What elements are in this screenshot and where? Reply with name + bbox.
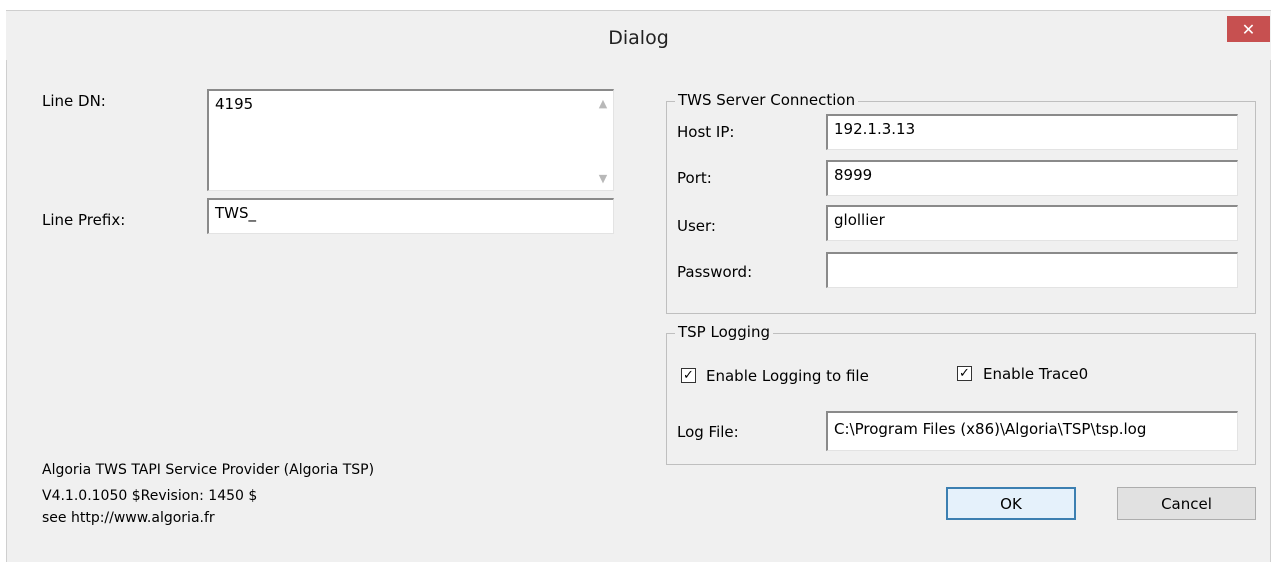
user-input[interactable]: glollier xyxy=(826,205,1238,241)
log-file-label: Log File: xyxy=(677,423,739,441)
enable-logging-label[interactable]: Enable Logging to file xyxy=(706,367,869,385)
website-text: see http://www.algoria.fr xyxy=(42,510,215,526)
tws-server-group-title: TWS Server Connection xyxy=(675,91,859,109)
checkmark-icon: ✓ xyxy=(959,366,970,381)
enable-logging-checkbox[interactable]: ✓ xyxy=(681,368,696,383)
port-label: Port: xyxy=(677,169,712,187)
close-icon: ✕ xyxy=(1241,19,1256,39)
window-title: Dialog xyxy=(608,27,669,49)
cancel-button[interactable]: Cancel xyxy=(1117,487,1256,520)
ok-button[interactable]: OK xyxy=(946,487,1076,520)
enable-trace-label[interactable]: Enable Trace0 xyxy=(983,365,1088,383)
line-prefix-input[interactable]: TWS_ xyxy=(207,198,614,234)
host-ip-label: Host IP: xyxy=(677,123,735,141)
password-input[interactable] xyxy=(826,252,1238,288)
log-file-input[interactable]: C:\Program Files (x86)\Algoria\TSP\tsp.l… xyxy=(826,411,1238,451)
user-label: User: xyxy=(677,217,716,235)
user-value: glollier xyxy=(834,211,885,229)
product-name-text: Algoria TWS TAPI Service Provider (Algor… xyxy=(42,462,375,478)
line-prefix-value: TWS_ xyxy=(215,204,257,222)
scroll-down-icon[interactable]: ▼ xyxy=(593,168,613,188)
host-ip-input[interactable]: 192.1.3.13 xyxy=(826,114,1238,150)
version-text: V4.1.0.1050 $Revision: 1450 $ xyxy=(42,488,258,504)
log-file-value: C:\Program Files (x86)\Algoria\TSP\tsp.l… xyxy=(834,420,1147,438)
line-dn-textarea[interactable]: 4195 ▲ ▼ xyxy=(207,89,614,191)
port-input[interactable]: 8999 xyxy=(826,160,1238,196)
line-dn-scrollbar[interactable]: ▲ ▼ xyxy=(593,91,613,190)
checkmark-icon: ✓ xyxy=(683,368,694,383)
port-value: 8999 xyxy=(834,166,873,184)
enable-trace-checkbox[interactable]: ✓ xyxy=(957,366,972,381)
ok-button-label: OK xyxy=(1000,494,1022,513)
close-button[interactable]: ✕ xyxy=(1227,16,1270,42)
host-ip-value: 192.1.3.13 xyxy=(834,120,916,138)
line-prefix-label: Line Prefix: xyxy=(42,211,126,229)
line-dn-label: Line DN: xyxy=(42,92,106,110)
tsp-logging-group-title: TSP Logging xyxy=(675,323,774,341)
title-bar[interactable]: Dialog xyxy=(6,10,1271,60)
scroll-up-icon[interactable]: ▲ xyxy=(593,93,613,113)
password-label: Password: xyxy=(677,263,753,281)
cancel-button-label: Cancel xyxy=(1161,494,1212,513)
line-dn-value: 4195 xyxy=(215,95,254,113)
